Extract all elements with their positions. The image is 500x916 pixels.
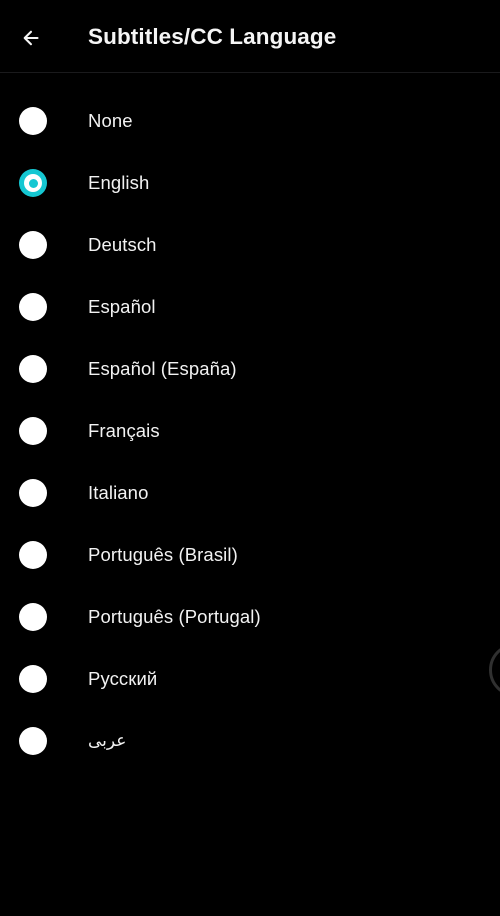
- language-option-label: English: [88, 172, 150, 193]
- language-option-label: Español: [88, 296, 156, 317]
- radio-button-unselected[interactable]: [19, 603, 47, 631]
- radio-button-unselected[interactable]: [19, 231, 47, 259]
- language-option-label: None: [88, 110, 133, 131]
- radio-button-unselected[interactable]: [19, 665, 47, 693]
- radio-button-unselected[interactable]: [19, 541, 47, 569]
- language-option-row[interactable]: Español (España): [0, 338, 500, 400]
- language-option-row[interactable]: Deutsch: [0, 214, 500, 276]
- radio-button-unselected[interactable]: [19, 355, 47, 383]
- language-option-label: Français: [88, 420, 160, 441]
- radio-button-unselected[interactable]: [19, 417, 47, 445]
- subtitles-language-screen: Subtitles/CC Language None English Deutsch…: [0, 0, 500, 916]
- language-option-row[interactable]: Italiano: [0, 462, 500, 524]
- language-option-row[interactable]: عربى: [0, 710, 500, 772]
- radio-button-unselected[interactable]: [19, 727, 47, 755]
- language-option-row[interactable]: English: [0, 152, 500, 214]
- language-option-label: Deutsch: [88, 234, 157, 255]
- language-option-label: Español (España): [88, 358, 237, 379]
- page-title: Subtitles/CC Language: [88, 23, 337, 49]
- language-option-label: Русский: [88, 668, 158, 689]
- language-option-label: Português (Portugal): [88, 606, 261, 627]
- radio-button-unselected[interactable]: [19, 293, 47, 321]
- radio-inner-ring: [24, 174, 42, 192]
- back-button[interactable]: [12, 19, 54, 57]
- language-option-row[interactable]: Português (Brasil): [0, 524, 500, 586]
- radio-inner-dot: [28, 178, 38, 188]
- app-header: Subtitles/CC Language: [0, 0, 500, 73]
- language-option-row[interactable]: None: [0, 90, 500, 152]
- language-option-label: عربى: [88, 731, 127, 750]
- language-option-row[interactable]: Português (Portugal): [0, 586, 500, 648]
- language-option-label: Italiano: [88, 482, 149, 503]
- language-option-row[interactable]: Русский: [0, 648, 500, 710]
- language-option-row[interactable]: Français: [0, 400, 500, 462]
- radio-button-unselected[interactable]: [19, 107, 47, 135]
- radio-button-unselected[interactable]: [19, 479, 47, 507]
- language-option-row[interactable]: Español: [0, 276, 500, 338]
- radio-button-selected[interactable]: [19, 169, 47, 197]
- language-option-label: Português (Brasil): [88, 544, 238, 565]
- arrow-left-icon: [20, 25, 46, 51]
- language-option-list: None English Deutsch Español Español (España…: [0, 73, 500, 916]
